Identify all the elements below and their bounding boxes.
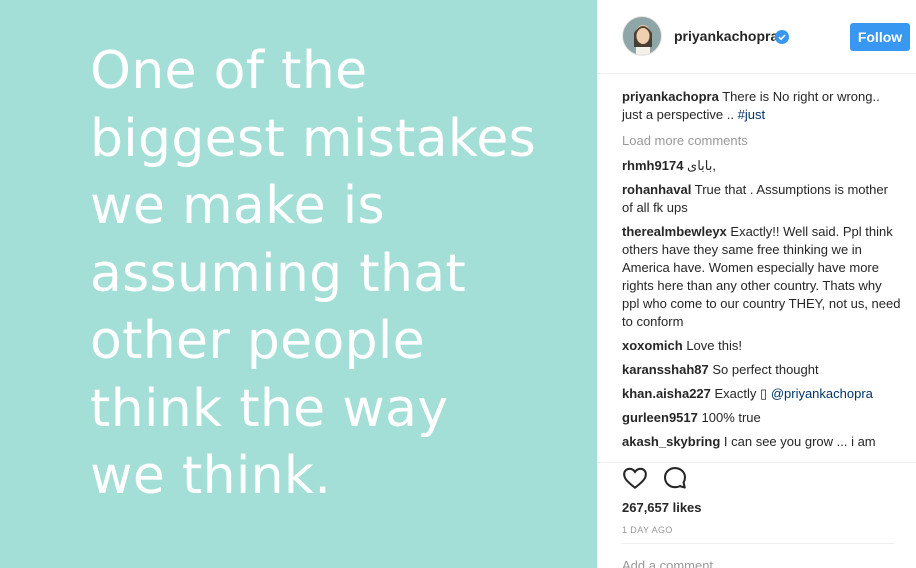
comment-username[interactable]: rhmh9174: [622, 158, 683, 173]
quote-line: we think.: [90, 446, 332, 506]
post-side-panel: priyankachopra Follow priyankachopra The…: [597, 0, 916, 568]
quote-line: other people: [90, 311, 425, 371]
comment-item: rhmh9174 بابای,: [622, 157, 902, 175]
comment-username[interactable]: khan.aisha227: [622, 386, 711, 401]
verified-badge-icon: [775, 30, 789, 44]
comment-mention[interactable]: @priyankachopra: [771, 386, 873, 401]
follow-button[interactable]: Follow: [850, 23, 910, 51]
heart-icon[interactable]: [622, 465, 648, 491]
quote-line: One of the: [90, 41, 368, 101]
comment-item: karansshah87 So perfect thought: [622, 361, 902, 379]
quote-line: we make is: [90, 176, 385, 236]
caption-hashtag[interactable]: #just: [738, 107, 765, 122]
avatar-image: [623, 17, 661, 55]
comment-username[interactable]: gurleen9517: [622, 410, 698, 425]
quote-line: assuming that: [90, 243, 467, 304]
comment-item: khan.aisha227 Exactly ▯ @priyankachopra: [622, 385, 902, 403]
post-header: priyankachopra Follow: [598, 0, 916, 74]
comment-item: xoxomich Love this!: [622, 337, 902, 355]
caption-username[interactable]: priyankachopra: [622, 89, 719, 104]
comment-text: I can see you grow ... i am: [723, 434, 876, 449]
quote-text: One of the biggest mistakes we make is a…: [90, 38, 590, 511]
comment-username[interactable]: therealmbewleyx: [622, 224, 727, 239]
comments-list: priyankachopra There is No right or wron…: [622, 88, 902, 457]
comment-username[interactable]: rohanhaval: [622, 182, 691, 197]
comment-item: therealmbewleyx Exactly!! Well said. Ppl…: [622, 223, 902, 331]
comment-item: akash_skybring I can see you grow ... i …: [622, 433, 902, 451]
post-actions: 267,657 likes 1 DAY AGO: [598, 462, 916, 568]
comment-item: rohanhaval True that . Assumptions is mo…: [622, 181, 902, 217]
quote-line: think the way: [90, 378, 449, 439]
comment-text: Love this!: [686, 338, 742, 353]
comment-username[interactable]: karansshah87: [622, 362, 709, 377]
comment-text: بابای,: [687, 158, 717, 173]
post-timestamp: 1 DAY AGO: [622, 525, 673, 535]
post-image: One of the biggest mistakes we make is a…: [0, 0, 597, 568]
divider: [622, 543, 894, 544]
comment-text: Exactly ▯: [714, 386, 768, 401]
add-comment-input[interactable]: [622, 555, 894, 568]
likes-count[interactable]: 267,657 likes: [622, 500, 702, 515]
comment-username[interactable]: akash_skybring: [622, 434, 720, 449]
comment-text: 100% true: [701, 410, 761, 425]
caption: priyankachopra There is No right or wron…: [622, 88, 902, 124]
comment-text: So perfect thought: [712, 362, 819, 377]
comment-text: Exactly!! Well said. Ppl think others ha…: [622, 224, 901, 329]
comment-username[interactable]: xoxomich: [622, 338, 683, 353]
comment-icon[interactable]: [662, 465, 688, 491]
comment-item: gurleen9517 100% true: [622, 409, 902, 427]
quote-line: biggest mistakes: [90, 108, 537, 169]
header-username[interactable]: priyankachopra: [674, 28, 778, 44]
avatar[interactable]: [622, 16, 662, 56]
load-more-comments-link[interactable]: Load more comments: [622, 132, 902, 150]
